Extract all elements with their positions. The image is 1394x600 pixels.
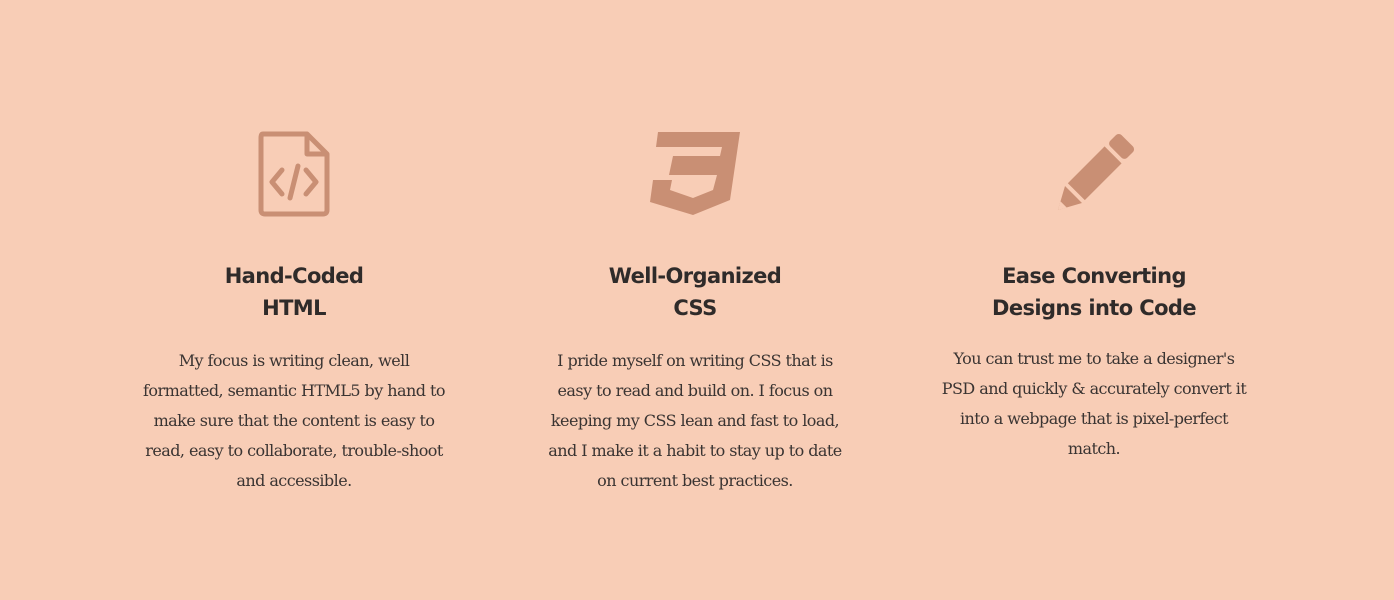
feature-icon-wrap — [934, 130, 1254, 222]
feature-title-line: CSS — [673, 296, 717, 320]
pencil-icon — [1057, 133, 1135, 211]
feature-title: Hand-Coded HTML — [134, 260, 454, 324]
feature-ease-converting-designs: Ease Converting Designs into Code You ca… — [934, 130, 1254, 464]
feature-title-line: Designs into Code — [991, 296, 1197, 320]
feature-title-line: HTML — [262, 296, 326, 320]
feature-hand-coded-html: Hand-Coded HTML My focus is writing clea… — [134, 130, 454, 496]
css3-shield-icon — [650, 132, 740, 215]
feature-title-line: Well-Organized — [608, 264, 782, 288]
feature-title-line: Ease Converting — [1002, 264, 1186, 288]
feature-title-line: Hand-Coded — [224, 264, 364, 288]
feature-description: You can trust me to take a designer's PS… — [941, 349, 1247, 458]
feature-title: Well-Organized CSS — [535, 260, 855, 324]
html-file-code-icon — [258, 131, 330, 217]
feature-well-organized-css: Well-Organized CSS I pride myself on wri… — [535, 130, 855, 496]
feature-description: My focus is writing clean, well formatte… — [143, 351, 446, 490]
feature-icon-wrap — [535, 130, 855, 222]
feature-title: Ease Converting Designs into Code — [934, 260, 1254, 324]
feature-description: I pride myself on writing CSS that is ea… — [548, 351, 842, 490]
features-section: Hand-Coded HTML My focus is writing clea… — [0, 0, 1394, 600]
feature-icon-wrap — [134, 130, 454, 222]
